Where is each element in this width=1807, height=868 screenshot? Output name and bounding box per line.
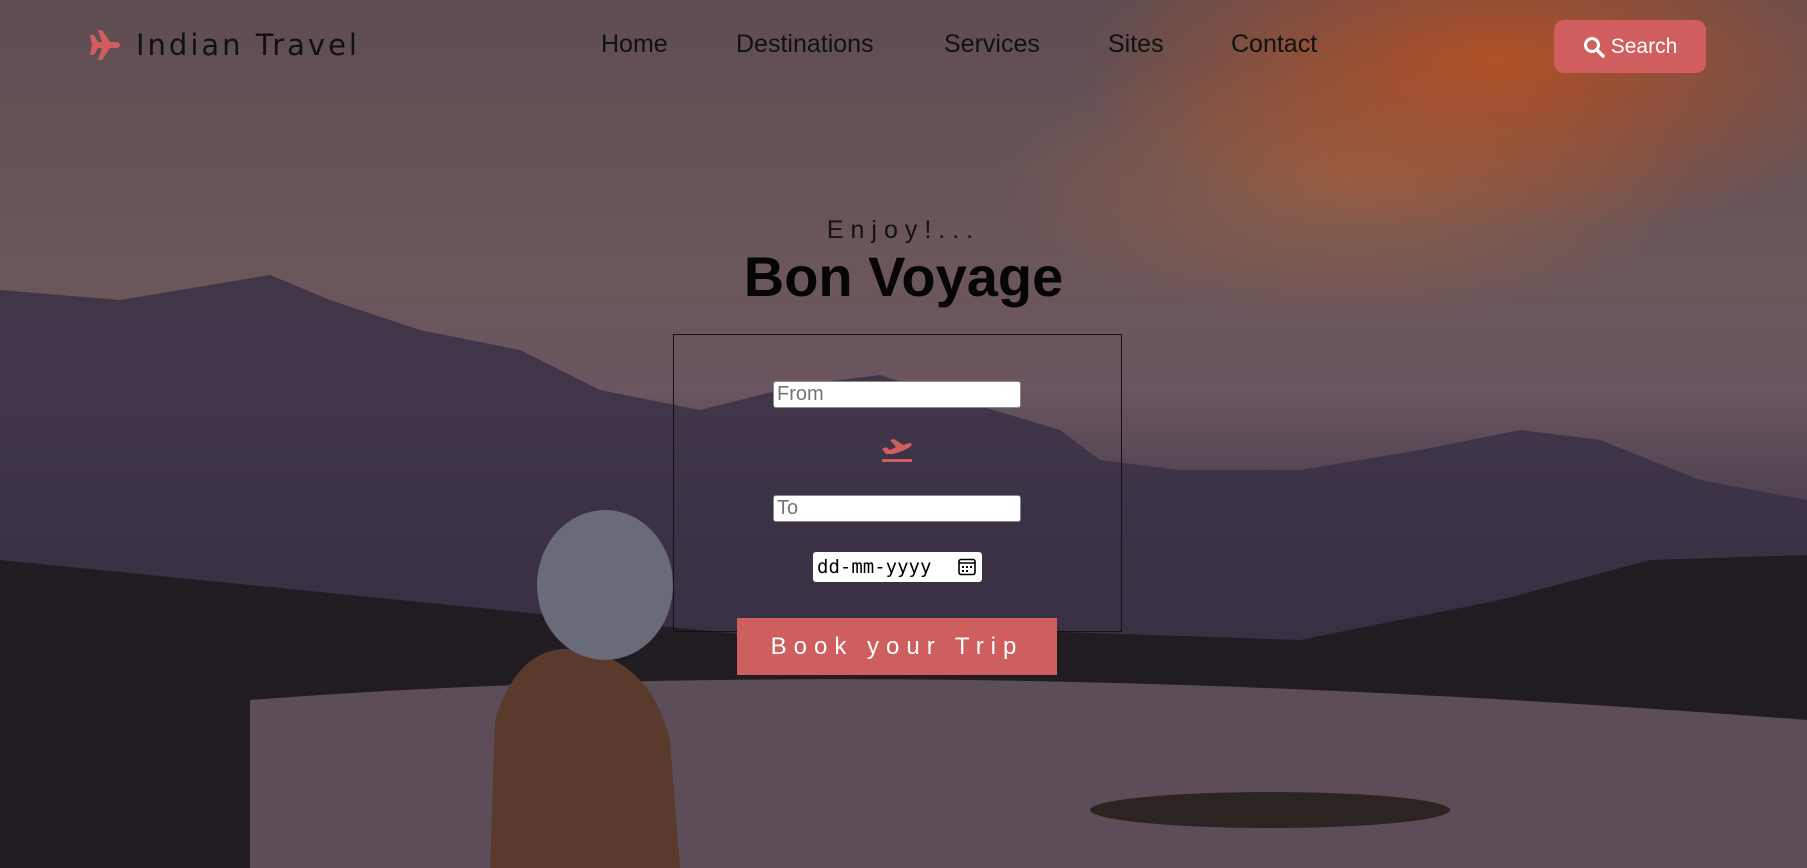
top-navbar: Indian Travel Home Destinations Services…: [0, 0, 1807, 92]
plane-departure-icon: [882, 439, 912, 462]
calendar-icon[interactable]: [958, 558, 976, 576]
search-button[interactable]: Search: [1554, 20, 1706, 73]
search-label: Search: [1610, 34, 1678, 58]
brand-logo[interactable]: Indian Travel: [88, 28, 360, 62]
nav-home[interactable]: Home: [601, 30, 668, 59]
hero-title: Bon Voyage: [743, 245, 1064, 308]
nav-destinations[interactable]: Destinations: [736, 30, 874, 59]
date-placeholder: dd-mm-yyyy: [817, 556, 932, 578]
book-trip-button[interactable]: Book your Trip: [737, 618, 1057, 675]
airplane-icon: [90, 30, 120, 60]
nav-contact[interactable]: Contact: [1231, 30, 1317, 59]
nav-services[interactable]: Services: [944, 30, 1040, 59]
date-input[interactable]: dd-mm-yyyy: [813, 552, 982, 582]
brand-name: Indian Travel: [136, 28, 360, 62]
search-icon: [1583, 36, 1605, 58]
from-input[interactable]: [773, 381, 1021, 408]
hero-kicker: Enjoy!...: [826, 216, 981, 244]
booking-form-box: [673, 334, 1122, 632]
nav-sites[interactable]: Sites: [1108, 30, 1164, 59]
to-input[interactable]: [773, 495, 1021, 522]
